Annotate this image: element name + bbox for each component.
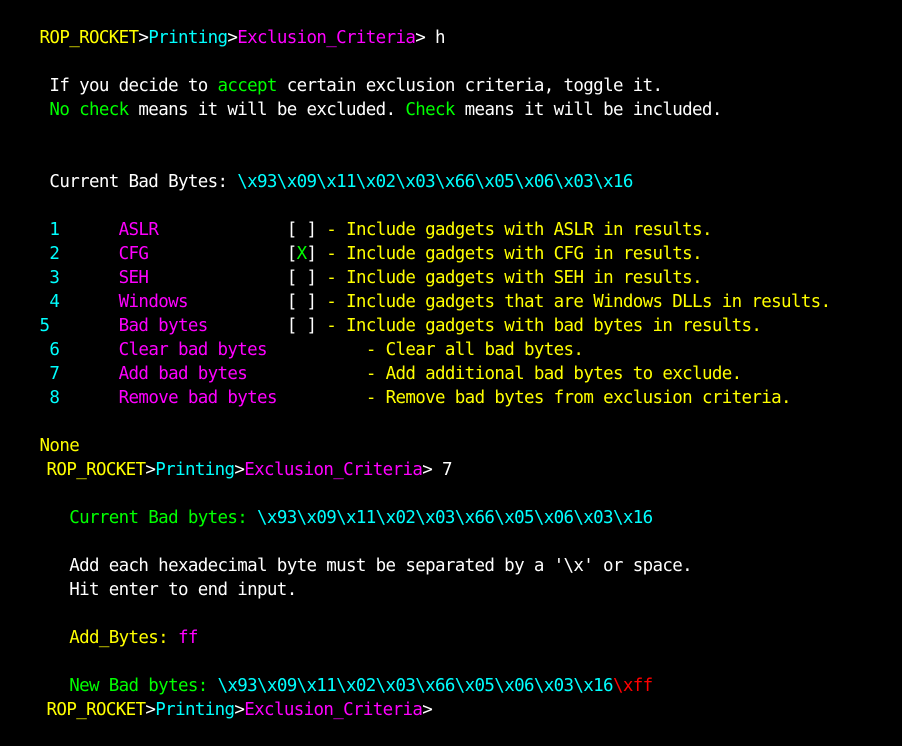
current-bad-bytes-label: Current Bad bytes:: [39, 508, 258, 528]
prompt-separator: >: [234, 700, 245, 720]
prompt-separator: >: [227, 28, 238, 48]
terminal-window[interactable]: ROP_ROCKET>Printing>Exclusion_Criteria> …: [0, 0, 902, 720]
help-text: means it will be excluded.: [128, 100, 406, 120]
menu-item-name: Remove bad bytes: [118, 388, 278, 408]
prompt-menu: Printing: [155, 700, 235, 720]
instruction-enter: Hit enter to end input.: [0, 554, 297, 600]
prompt-separator: >: [145, 460, 156, 480]
prompt-separator: >: [234, 460, 245, 480]
help-text-toggle: If you decide to accept certain exclusio…: [0, 50, 663, 96]
prompt-submenu: Exclusion_Criteria: [237, 28, 416, 48]
prompt-program: ROP_ROCKET: [39, 28, 140, 48]
current-bad-bytes-line-2: Current Bad bytes: \x93\x09\x11\x02\x03\…: [0, 482, 653, 528]
prompt-submenu: Exclusion_Criteria: [244, 700, 423, 720]
current-bad-bytes-value: \x93\x09\x11\x02\x03\x66\x05\x06\x03\x16: [237, 172, 633, 192]
prompt-end: >: [422, 460, 433, 480]
menu-item-add-bad-bytes: 7 Add bad bytes - Add additional bad byt…: [0, 338, 742, 384]
prompt-end: >: [422, 700, 433, 720]
prompt-line-1: ROP_ROCKET>Printing>Exclusion_Criteria> …: [0, 2, 446, 48]
instruction-text: Hit enter to end input.: [39, 580, 297, 600]
add-bytes-input-line[interactable]: Add_Bytes: ff: [0, 602, 198, 648]
prompt-submenu: Exclusion_Criteria: [244, 460, 423, 480]
typed-command: 7: [432, 460, 453, 480]
current-bad-bytes-value: \x93\x09\x11\x02\x03\x66\x05\x06\x03\x16: [257, 508, 653, 528]
menu-item-seh: 3 SEH [ ] - Include gadgets with SEH in …: [0, 242, 702, 288]
help-text-check: No check means it will be excluded. Chec…: [0, 74, 722, 120]
prompt-menu: Printing: [148, 28, 228, 48]
menu-item-aslr: 1 ASLR [ ] - Include gadgets with ASLR i…: [0, 194, 712, 240]
menu-item-number: 8: [39, 388, 60, 408]
menu-item-description: - Remove bad bytes from exclusion criter…: [326, 388, 792, 408]
new-bad-bytes-added: \xff: [612, 676, 653, 696]
prompt-separator: >: [145, 700, 156, 720]
prompt-menu: Printing: [155, 460, 235, 480]
current-bad-bytes-label: Current Bad Bytes:: [39, 172, 238, 192]
menu-item-cfg: 2 CFG [X] - Include gadgets with CFG in …: [0, 218, 702, 264]
help-text: means it will be included.: [454, 100, 723, 120]
prompt-separator: >: [138, 28, 149, 48]
menu-item-windows: 4 Windows [ ] - Include gadgets that are…: [0, 266, 831, 312]
menu-item-clear-bad-bytes: 6 Clear bad bytes - Clear all bad bytes.: [0, 314, 584, 360]
prompt-line-2: ROP_ROCKET>Printing>Exclusion_Criteria> …: [7, 434, 453, 480]
prompt-end: >: [415, 28, 426, 48]
return-value-line: None: [0, 410, 80, 456]
prompt-line-3[interactable]: ROP_ROCKET>Printing>Exclusion_Criteria>: [7, 674, 433, 720]
instruction-separator: Add each hexadecimal byte must be separa…: [0, 530, 692, 576]
typed-command: h: [425, 28, 446, 48]
prompt-program: ROP_ROCKET: [46, 460, 147, 480]
help-keyword-no-check: No check: [39, 100, 129, 120]
menu-item-remove-bad-bytes: 8 Remove bad bytes - Remove bad bytes fr…: [0, 362, 791, 408]
current-bad-bytes-line: Current Bad Bytes: \x93\x09\x11\x02\x03\…: [0, 146, 633, 192]
add-bytes-label: Add_Bytes:: [39, 628, 178, 648]
prompt-program: ROP_ROCKET: [46, 700, 147, 720]
help-keyword-check: Check: [405, 100, 455, 120]
menu-item-bad-bytes: 5 Bad bytes [ ] - Include gadgets with b…: [0, 290, 762, 336]
new-bad-bytes-line: New Bad bytes: \x93\x09\x11\x02\x03\x66\…: [0, 650, 653, 696]
add-bytes-value: ff: [177, 628, 198, 648]
